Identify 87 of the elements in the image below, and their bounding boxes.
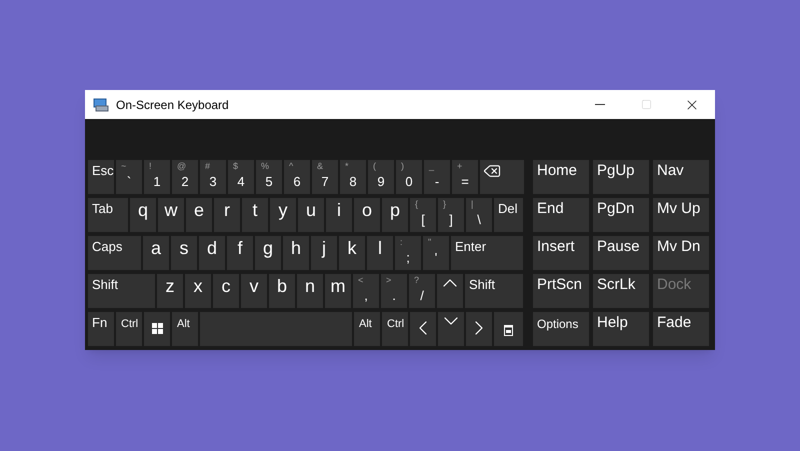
key[interactable]: Alt bbox=[172, 312, 198, 346]
symbol-key[interactable]: ^ 6 bbox=[284, 160, 310, 194]
symbol-key[interactable]: _ - bbox=[424, 160, 450, 194]
symbol-key[interactable]: | \ bbox=[466, 198, 492, 232]
left-arrow-key[interactable] bbox=[410, 312, 436, 346]
menu-key[interactable] bbox=[494, 312, 523, 346]
letter-key[interactable]: k bbox=[339, 236, 365, 270]
key[interactable]: Esc bbox=[88, 160, 114, 194]
letter-key[interactable]: o bbox=[354, 198, 380, 232]
key[interactable]: Shift bbox=[465, 274, 523, 308]
symbol-key[interactable]: & 7 bbox=[312, 160, 338, 194]
letter-key[interactable]: t bbox=[242, 198, 268, 232]
key[interactable]: Pause bbox=[593, 236, 649, 270]
letter-key[interactable]: i bbox=[326, 198, 352, 232]
symbol-key[interactable]: ! 1 bbox=[144, 160, 170, 194]
symbol-key[interactable]: + = bbox=[452, 160, 478, 194]
letter-key[interactable]: b bbox=[269, 274, 295, 308]
letter-key[interactable]: w bbox=[158, 198, 184, 232]
letter-key[interactable]: h bbox=[283, 236, 309, 270]
key[interactable]: Del bbox=[494, 198, 523, 232]
key[interactable]: PgDn bbox=[593, 198, 649, 232]
letter-key[interactable]: s bbox=[171, 236, 197, 270]
symbol-key[interactable]: { [ bbox=[410, 198, 436, 232]
symbol-key[interactable]: $ 4 bbox=[228, 160, 254, 194]
key[interactable]: Help bbox=[593, 312, 649, 346]
key[interactable]: Options bbox=[533, 312, 589, 346]
symbol-key[interactable]: } ] bbox=[438, 198, 464, 232]
down-arrow-key[interactable] bbox=[438, 312, 464, 346]
key[interactable]: Fade bbox=[653, 312, 709, 346]
windows-key[interactable] bbox=[144, 312, 170, 346]
key[interactable]: Alt bbox=[354, 312, 380, 346]
letter-key[interactable]: a bbox=[143, 236, 169, 270]
letter-key[interactable]: m bbox=[325, 274, 351, 308]
app-icon bbox=[93, 98, 109, 112]
maximize-icon bbox=[640, 99, 652, 110]
minimize-icon bbox=[595, 104, 605, 105]
letter-key[interactable]: y bbox=[270, 198, 296, 232]
letter-key[interactable]: q bbox=[130, 198, 156, 232]
letter-key[interactable]: u bbox=[298, 198, 324, 232]
key[interactable]: PrtScn bbox=[533, 274, 589, 308]
menu-icon bbox=[504, 325, 513, 336]
backspace-icon bbox=[483, 162, 501, 180]
symbol-key[interactable]: : ; bbox=[395, 236, 421, 270]
right-arrow-key[interactable] bbox=[466, 312, 492, 346]
letter-key[interactable]: r bbox=[214, 198, 240, 232]
symbol-key[interactable]: < , bbox=[353, 274, 379, 308]
key[interactable]: Fn bbox=[88, 312, 114, 346]
letter-key[interactable]: n bbox=[297, 274, 323, 308]
backspace-key[interactable] bbox=[480, 160, 524, 194]
key[interactable]: End bbox=[533, 198, 589, 232]
window-title: On-Screen Keyboard bbox=[116, 96, 229, 114]
letter-key[interactable]: g bbox=[255, 236, 281, 270]
symbol-key[interactable]: > . bbox=[381, 274, 407, 308]
symbol-key[interactable]: # 3 bbox=[200, 160, 226, 194]
symbol-key[interactable]: " ' bbox=[423, 236, 449, 270]
key[interactable]: Insert bbox=[533, 236, 589, 270]
symbol-key[interactable]: % 5 bbox=[256, 160, 282, 194]
letter-key[interactable]: f bbox=[227, 236, 253, 270]
key[interactable]: Nav bbox=[653, 160, 709, 194]
key[interactable]: Home bbox=[533, 160, 589, 194]
letter-key[interactable]: c bbox=[213, 274, 239, 308]
letter-key[interactable]: p bbox=[382, 198, 408, 232]
letter-key[interactable]: e bbox=[186, 198, 212, 232]
key[interactable]: Shift bbox=[88, 274, 155, 308]
letter-key[interactable]: v bbox=[241, 274, 267, 308]
key[interactable]: ScrLk bbox=[593, 274, 649, 308]
key[interactable]: Enter bbox=[451, 236, 523, 270]
key[interactable]: Mv Up bbox=[653, 198, 709, 232]
symbol-key[interactable]: ~ ` bbox=[116, 160, 142, 194]
key[interactable]: Mv Dn bbox=[653, 236, 709, 270]
letter-key[interactable]: d bbox=[199, 236, 225, 270]
key[interactable]: PgUp bbox=[593, 160, 649, 194]
up-arrow-key[interactable] bbox=[437, 274, 463, 308]
windows-icon bbox=[152, 323, 163, 334]
symbol-key[interactable]: @ 2 bbox=[172, 160, 198, 194]
letter-key[interactable]: x bbox=[185, 274, 211, 308]
letter-key[interactable]: z bbox=[157, 274, 183, 308]
symbol-key[interactable]: ) 0 bbox=[396, 160, 422, 194]
key[interactable]: Ctrl bbox=[116, 312, 142, 346]
symbol-key[interactable]: ? / bbox=[409, 274, 435, 308]
symbol-key[interactable]: ( 9 bbox=[368, 160, 394, 194]
key[interactable]: Ctrl bbox=[382, 312, 408, 346]
key[interactable]: Caps bbox=[88, 236, 141, 270]
key[interactable]: Tab bbox=[88, 198, 128, 232]
letter-key[interactable]: l bbox=[367, 236, 393, 270]
letter-key[interactable]: j bbox=[311, 236, 337, 270]
symbol-key[interactable]: * 8 bbox=[340, 160, 366, 194]
